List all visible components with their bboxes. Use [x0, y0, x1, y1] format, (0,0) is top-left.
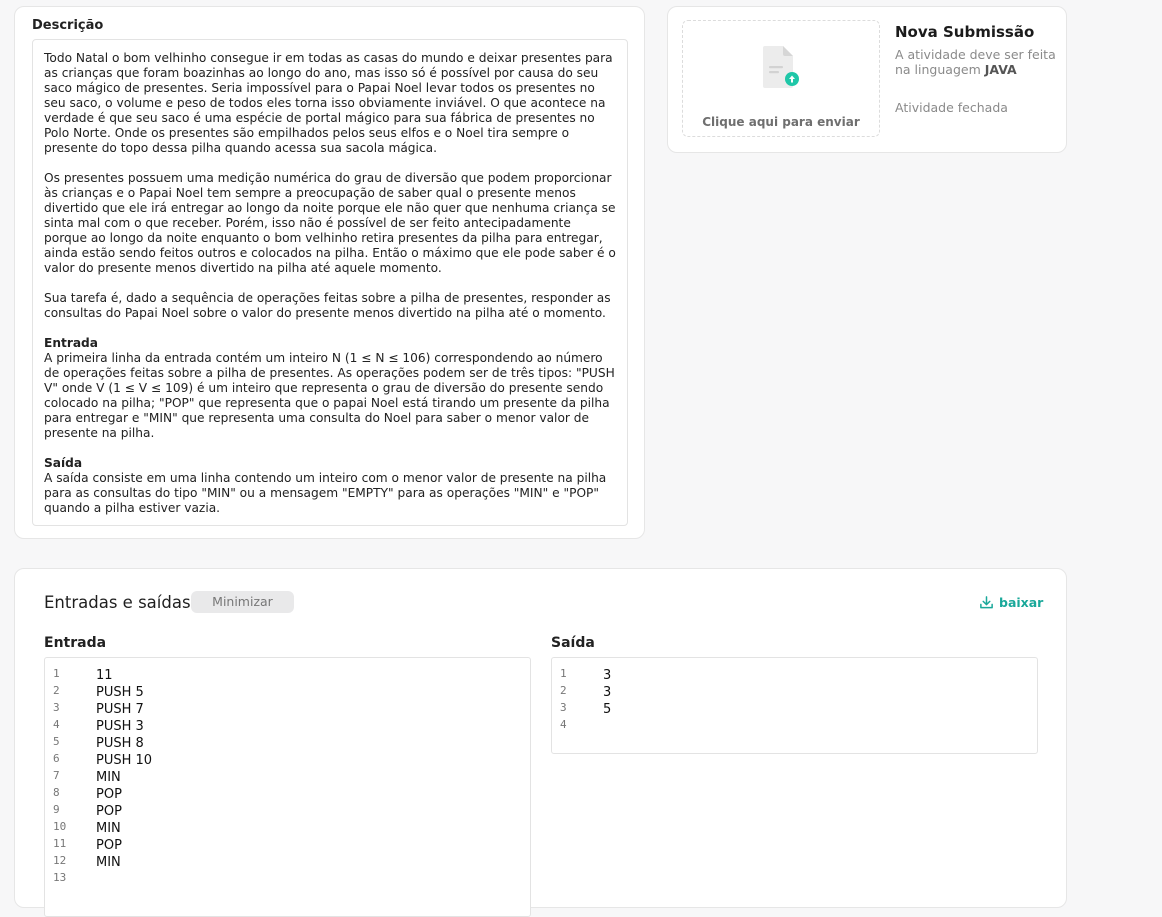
code-line: 1 11	[45, 666, 530, 683]
input-description: A primeira linha da entrada contém um in…	[44, 351, 615, 440]
line-number: 1	[560, 667, 567, 680]
line-number: 10	[53, 820, 67, 833]
description-text-box: Todo Natal o bom velhinho consegue ir em…	[32, 39, 628, 526]
input-code-box[interactable]: 1 11 2 PUSH 5 3 PUSH 7 4 PUSH 3 5 PUSH 8 6 PUSH 10 7…	[44, 657, 531, 917]
line-content: POP	[96, 787, 122, 802]
line-content: MIN	[96, 855, 121, 870]
code-line: 11 POP	[45, 836, 530, 853]
io-title: Entradas e saídas	[44, 593, 191, 612]
description-paragraph: Os presentes possuem uma medição numéric…	[44, 171, 616, 275]
code-line: 5 PUSH 8	[45, 734, 530, 751]
file-upload-icon	[763, 46, 799, 88]
line-content: MIN	[96, 770, 121, 785]
line-number: 9	[53, 803, 60, 816]
line-number: 11	[53, 837, 67, 850]
code-line: 13	[45, 870, 530, 887]
line-content: PUSH 5	[96, 685, 144, 700]
upload-label: Clique aqui para enviar	[702, 115, 860, 129]
line-content: 11	[96, 668, 113, 683]
language-name: JAVA	[984, 62, 1017, 77]
line-content: POP	[96, 804, 122, 819]
download-label: baixar	[999, 594, 1044, 610]
description-card: Descrição Todo Natal o bom velhinho cons…	[14, 6, 645, 539]
description-title: Descrição	[32, 18, 104, 33]
download-icon	[980, 595, 993, 608]
download-link[interactable]: baixar	[979, 593, 1043, 611]
code-line: 10 MIN	[45, 819, 530, 836]
code-line: 2 PUSH 5	[45, 683, 530, 700]
code-line: 7 MIN	[45, 768, 530, 785]
line-number: 12	[53, 854, 67, 867]
minimize-button[interactable]: Minimizar	[191, 591, 294, 613]
submission-status: Atividade fechada	[895, 100, 1008, 115]
line-content: 3	[603, 668, 612, 683]
line-number: 4	[560, 718, 567, 731]
line-number: 2	[53, 684, 60, 697]
description-paragraph: Todo Natal o bom velhinho consegue ir em…	[44, 51, 613, 155]
description-paragraph: Sua tarefa é, dado a sequência de operaç…	[44, 291, 611, 320]
line-number: 4	[53, 718, 60, 731]
output-description: A saída consiste em uma linha contendo u…	[44, 471, 607, 515]
line-content: PUSH 3	[96, 719, 144, 734]
line-content: PUSH 10	[96, 753, 153, 768]
line-content: MIN	[96, 821, 121, 836]
output-section: Saída A saída consiste em uma linha cont…	[44, 456, 617, 516]
submission-language-info: A atividade deve ser feita na linguagem …	[895, 47, 1060, 77]
input-section: Entrada A primeira linha da entrada cont…	[44, 336, 617, 441]
code-line: 35	[552, 700, 1037, 717]
code-line: 3 PUSH 7	[45, 700, 530, 717]
output-code-box[interactable]: 1323354	[551, 657, 1038, 754]
code-line: 4	[552, 717, 1037, 734]
line-number: 2	[560, 684, 567, 697]
input-heading: Entrada	[44, 336, 99, 350]
line-number: 6	[53, 752, 60, 765]
input-label: Entrada	[44, 635, 107, 651]
line-number: 8	[53, 786, 60, 799]
code-line: 8 POP	[45, 785, 530, 802]
line-number: 7	[53, 769, 60, 782]
output-heading: Saída	[44, 456, 83, 470]
code-line: 13	[552, 666, 1037, 683]
output-label: Saída	[551, 635, 595, 651]
language-info-text: A atividade deve ser feita na linguagem	[895, 47, 1056, 77]
line-content: 3	[603, 685, 612, 700]
code-line: 6 PUSH 10	[45, 751, 530, 768]
io-card: Entradas e saídas Minimizar baixar Entra…	[14, 568, 1067, 917]
code-line: 12 MIN	[45, 853, 530, 870]
line-number: 5	[53, 735, 60, 748]
line-number: 3	[560, 701, 567, 714]
code-line: 23	[552, 683, 1037, 700]
line-content: POP	[96, 838, 122, 853]
upload-dropzone[interactable]: Clique aqui para enviar	[682, 20, 880, 137]
submission-card: Clique aqui para enviar Nova Submissão A…	[667, 6, 1067, 153]
code-line: 9 POP	[45, 802, 530, 819]
line-number: 13	[53, 871, 67, 884]
line-content: PUSH 8	[96, 736, 144, 751]
line-number: 3	[53, 701, 60, 714]
line-content: 5	[603, 702, 612, 717]
submission-title: Nova Submissão	[895, 23, 1035, 41]
code-line: 4 PUSH 3	[45, 717, 530, 734]
line-content: PUSH 7	[96, 702, 144, 717]
line-number: 1	[53, 667, 60, 680]
